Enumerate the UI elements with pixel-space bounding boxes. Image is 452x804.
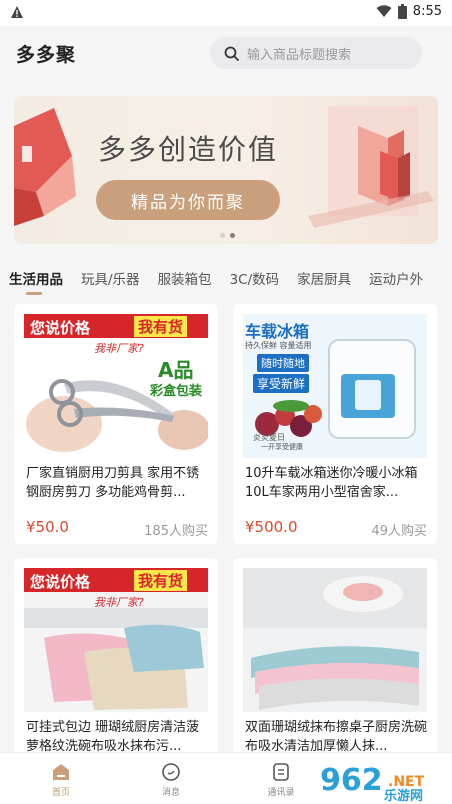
wifi-icon	[376, 5, 392, 17]
product-name: 双面珊瑚绒抹布擦桌子厨房洗碗布吸水清洁加厚懒人抹...	[245, 720, 427, 754]
battery-icon	[397, 4, 407, 19]
product-image: 车载冰箱 持久保鲜 容量适用 随时随地 享受新鲜 炎炎夏日 一开享受健康	[243, 314, 427, 458]
tab-3c-digital[interactable]: 3C/数码	[221, 262, 289, 296]
search-placeholder: 输入商品标题搜索	[247, 47, 352, 63]
pagination-dot[interactable]	[220, 233, 225, 238]
svg-text:乐游网: 乐游网	[384, 788, 423, 802]
contacts-icon	[273, 763, 289, 781]
product-image: 您说价格 我有货 我非厂家? A品 彩盒包装	[24, 314, 208, 458]
product-name: 厂家直销厨用刀剪具 家用不锈钢厨房剪刀 多功能鸡骨剪...	[26, 466, 200, 500]
app-title: 多多聚	[16, 44, 77, 66]
towel-illustration	[24, 608, 208, 710]
banner-title: 多多创造价值	[98, 133, 279, 166]
promo-banner[interactable]: 多多创造价值 精品为你而聚	[14, 96, 438, 244]
bar-chart-decor	[308, 106, 434, 228]
svg-text:962: 962	[320, 763, 383, 798]
watermark-logo: 962 .NET 乐游网	[319, 762, 425, 802]
tab-toys-instruments[interactable]: 玩具/乐器	[72, 262, 149, 296]
pagination-dot-active[interactable]	[230, 233, 235, 238]
banner-decor-left	[14, 108, 76, 226]
product-image	[243, 568, 427, 712]
image-note-2: 一开享受健康	[261, 443, 303, 451]
nav-messages[interactable]: 消息	[116, 753, 226, 804]
nav-label: 通讯录	[267, 788, 295, 798]
search-icon	[224, 46, 239, 61]
svg-text:.NET: .NET	[388, 774, 425, 790]
product-card[interactable]: 车载冰箱 持久保鲜 容量适用 随时随地 享受新鲜 炎炎夏日 一开享受健康 10升…	[233, 304, 437, 544]
status-time: 8:55	[412, 4, 442, 19]
product-name: 10升车载冰箱迷你冷暖小冰箱10L车家两用小型宿舍家...	[245, 466, 418, 500]
tab-sports-outdoor[interactable]: 运动户外	[360, 262, 432, 296]
tab-clothing-bags[interactable]: 服装箱包	[149, 262, 221, 296]
product-sold-count: 49人购买	[371, 524, 427, 539]
category-tabs: 生活用品 玩具/乐器 服装箱包 3C/数码 家居厨具 运动户外	[0, 262, 452, 296]
product-card[interactable]: 您说价格 我有货 我非厂家? 可挂式包边 珊瑚绒厨房清洁菠萝格纹洗碗布吸水抹布污…	[14, 558, 218, 758]
towel-stack-illustration	[243, 568, 427, 710]
tab-home-kitchen[interactable]: 家居厨具	[288, 262, 360, 296]
scissors-illustration	[26, 379, 208, 452]
nav-label: 首页	[51, 788, 70, 798]
product-price: ¥500.0	[245, 518, 298, 536]
product-card[interactable]: 您说价格 我有货 我非厂家? A品 彩盒包装 厂家直销厨用刀剪具 家用不锈钢厨房…	[14, 304, 218, 544]
nav-home[interactable]: 首页	[6, 753, 116, 804]
product-price: ¥50.0	[26, 518, 69, 536]
status-bar: 8:55	[0, 0, 452, 26]
product-image: 您说价格 我有货 我非厂家?	[24, 568, 208, 712]
tab-living-goods[interactable]: 生活用品	[0, 262, 72, 296]
banner-button[interactable]: 精品为你而聚	[96, 180, 280, 220]
message-icon	[162, 763, 180, 781]
warning-icon	[11, 6, 23, 18]
header: 多多聚 输入商品标题搜索	[0, 26, 452, 82]
product-card[interactable]: 双面珊瑚绒抹布擦桌子厨房洗碗布吸水清洁加厚懒人抹...	[233, 558, 437, 758]
home-icon	[53, 764, 69, 780]
search-bar[interactable]: 输入商品标题搜索	[210, 37, 422, 69]
product-sold-count: 185人购买	[144, 524, 208, 539]
nav-label: 消息	[161, 788, 180, 798]
product-name: 可挂式包边 珊瑚绒厨房清洁菠萝格纹洗碗布吸水抹布污...	[26, 720, 200, 754]
banner-pagination	[220, 233, 235, 238]
